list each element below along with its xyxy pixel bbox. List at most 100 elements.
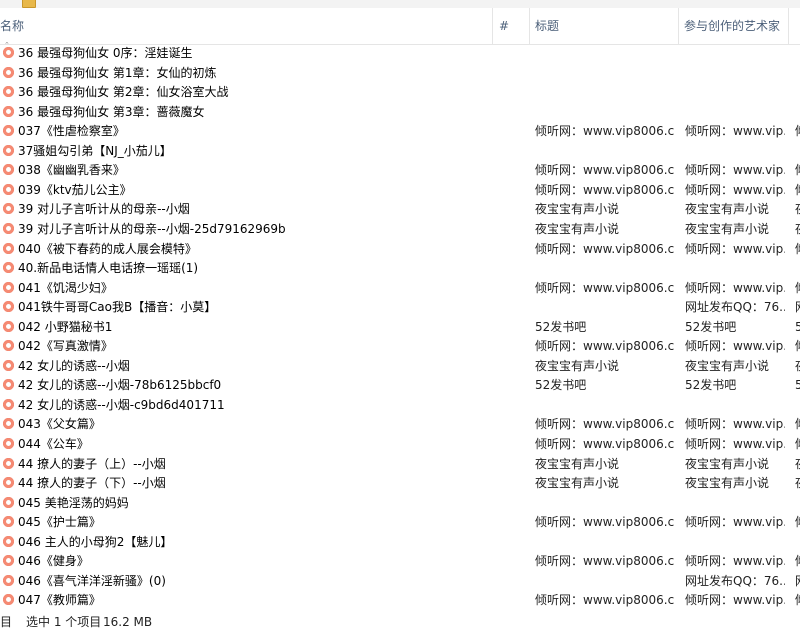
file-title: 夜宝宝有声小说 [535, 456, 620, 471]
file-name: 042《写真激情》 [18, 339, 113, 354]
file-artist: 52发书吧 [685, 319, 737, 334]
column-divider[interactable] [492, 8, 493, 44]
file-title: 倾听网：www.vip8006.cn [535, 241, 675, 256]
file-row[interactable]: 039《ktv茄儿公主》 倾听网：www.vip8006.cn 倾听网：www.vi… [0, 181, 800, 201]
audio-file-icon [3, 516, 14, 528]
file-artist: 倾听网：www.vip... [685, 417, 785, 432]
file-title: 倾听网：www.vip8006.cn [535, 437, 675, 451]
file-row[interactable]: 044《公车》 倾听网：www.vip8006.cn 倾听网：www.vip... 倾 [0, 435, 800, 455]
status-size: 16.2 MB [103, 615, 153, 629]
file-row[interactable]: 042 小野猫秘书1 52发书吧 52发书吧 5 [0, 318, 800, 338]
file-name: 038《幽幽乳香来》 [18, 163, 125, 178]
file-row[interactable]: 045 美艳淫荡的妈妈 [0, 494, 800, 514]
file-name: 36 最强母狗仙女 0序：淫娃诞生 [18, 46, 193, 60]
file-extra-column: 倾 [795, 337, 800, 357]
audio-file-icon [3, 574, 14, 586]
file-row[interactable]: 37骚姐勾引弟【NJ_小茄儿】 [0, 142, 800, 162]
audio-file-icon [3, 183, 14, 195]
file-extra-column: 网 [795, 298, 800, 318]
file-row[interactable]: 42 女儿的诱惑--小烟-c9bd6d401711 [0, 396, 800, 416]
file-name: 040《被下春药的成人展会模特》 [18, 241, 197, 256]
audio-file-icon [3, 418, 14, 430]
file-row[interactable]: 038《幽幽乳香来》 倾听网：www.vip8006.cn 倾听网：www.vip.… [0, 161, 800, 181]
file-artist: 倾听网：www.vip... [685, 163, 785, 178]
file-row[interactable]: 040《被下春药的成人展会模特》 倾听网：www.vip8006.cn 倾听网：ww… [0, 240, 800, 260]
column-divider[interactable] [678, 8, 679, 44]
file-artist: 倾听网：www.vip... [685, 280, 785, 295]
file-row[interactable]: 36 最强母狗仙女 第1章：女仙的初炼 [0, 64, 800, 84]
file-extra-column: 倾 [795, 415, 800, 435]
audio-file-icon [3, 496, 14, 508]
file-name: 36 最强母狗仙女 第2章：仙女浴室大战 [18, 85, 229, 100]
file-name: 42 女儿的诱惑--小烟-78b6125bbcf0 [18, 378, 222, 393]
file-title: 倾听网：www.vip8006.cn [535, 163, 675, 178]
file-artist: 52发书吧 [685, 378, 737, 393]
file-name: 40.新品电话情人电话撩一瑶瑶(1) [18, 261, 199, 276]
status-lead: 目 [0, 615, 13, 629]
file-title: 倾听网：www.vip8006.cn [535, 417, 675, 432]
file-row[interactable]: 041《饥渴少妇》 倾听网：www.vip8006.cn 倾听网：www.vip..… [0, 279, 800, 299]
column-header-number[interactable]: # [499, 8, 509, 44]
file-extra-column: 倾 [795, 552, 800, 572]
file-name: 041铁牛哥哥Cao我B【播音：小莫】 [18, 300, 217, 315]
file-row[interactable]: 046《健身》 倾听网：www.vip8006.cn 倾听网：www.vip... 倾 [0, 552, 800, 572]
file-row[interactable]: 046《喜气洋洋淫新骚》(0) 网址发布QQ：76... 网 [0, 572, 800, 592]
audio-file-icon [3, 203, 14, 215]
file-extra-column: 倾 [795, 435, 800, 455]
file-row[interactable]: 44 撩人的妻子（上）--小烟 夜宝宝有声小说 夜宝宝有声小说 夜 [0, 455, 800, 475]
file-row[interactable]: 40.新品电话情人电话撩一瑶瑶(1) [0, 259, 800, 279]
file-row[interactable]: 42 女儿的诱惑--小烟 夜宝宝有声小说 夜宝宝有声小说 夜 [0, 357, 800, 377]
file-row[interactable]: 36 最强母狗仙女 第2章：仙女浴室大战 [0, 83, 800, 103]
file-name: 047《教师篇》 [18, 593, 101, 608]
audio-file-icon [3, 477, 14, 489]
file-list[interactable]: 36 最强母狗仙女 0序：淫娃诞生 36 最强母狗仙女 第1章：女仙的初炼 36 最… [0, 44, 800, 612]
audio-file-icon [3, 125, 14, 137]
file-title: 夜宝宝有声小说 [535, 476, 620, 491]
file-row[interactable]: 44 撩人的妻子（下）--小烟 夜宝宝有声小说 夜宝宝有声小说 夜 [0, 474, 800, 494]
file-row[interactable]: 047《教师篇》 倾听网：www.vip8006.cn 倾听网：www.vip...… [0, 591, 800, 611]
file-title: 倾听网：www.vip8006.cn [535, 280, 675, 295]
column-header-artists[interactable]: 参与创作的艺术家 [684, 8, 780, 44]
audio-file-icon [3, 105, 14, 117]
file-artist: 夜宝宝有声小说 [685, 202, 770, 217]
file-row[interactable]: 037《性虐检察室》 倾听网：www.vip8006.cn 倾听网：www.vip.… [0, 122, 800, 142]
file-artist: 倾听网：www.vip... [685, 124, 785, 139]
file-row[interactable]: 36 最强母狗仙女 0序：淫娃诞生 [0, 44, 800, 64]
column-divider[interactable] [529, 8, 530, 44]
file-title: 倾听网：www.vip8006.cn [535, 593, 675, 608]
file-row[interactable]: 042《写真激情》 倾听网：www.vip8006.cn 倾听网：www.vip..… [0, 337, 800, 357]
audio-file-icon [3, 281, 14, 293]
file-row[interactable]: 39 对儿子言听计从的母亲--小烟 夜宝宝有声小说 夜宝宝有声小说 夜 [0, 200, 800, 220]
file-row[interactable]: 045《护士篇》 倾听网：www.vip8006.cn 倾听网：www.vip...… [0, 513, 800, 533]
title-bar [0, 0, 800, 8]
file-extra-column: 网 [795, 572, 800, 592]
column-header-name[interactable]: 名称 [0, 8, 24, 44]
audio-file-icon [3, 379, 14, 391]
audio-file-icon [3, 47, 14, 58]
file-extra-column: 5 [795, 319, 800, 334]
audio-file-icon [3, 535, 14, 547]
audio-file-icon [3, 340, 14, 352]
audio-file-icon [3, 262, 14, 274]
file-row[interactable]: 39 对儿子言听计从的母亲--小烟-25d79162969b 夜宝宝有声小说 夜宝宝… [0, 220, 800, 240]
file-title: 倾听网：www.vip8006.cn [535, 124, 675, 139]
column-header-title[interactable]: 标题 [535, 8, 559, 44]
file-row[interactable]: 36 最强母狗仙女 第3章：蔷薇魔女 [0, 103, 800, 123]
file-extra-column: 倾 [795, 513, 800, 533]
column-divider[interactable] [788, 8, 789, 44]
file-extra-column: 倾 [795, 161, 800, 181]
file-extra-column: 夜 [795, 200, 800, 220]
file-row[interactable]: 041铁牛哥哥Cao我B【播音：小莫】 网址发布QQ：76... 网 [0, 298, 800, 318]
file-artist: 网址发布QQ：76... [685, 573, 785, 588]
audio-file-icon [3, 438, 14, 449]
file-row[interactable]: 42 女儿的诱惑--小烟-78b6125bbcf0 52发书吧 52发书吧 5 [0, 376, 800, 396]
audio-file-icon [3, 86, 14, 98]
file-artist: 倾听网：www.vip... [685, 593, 785, 608]
file-extra-column: 倾 [795, 122, 800, 142]
file-row[interactable]: 046 主人的小母狗2【魅儿】 [0, 533, 800, 553]
file-artist: 倾听网：www.vip... [685, 554, 785, 569]
audio-file-icon [3, 144, 14, 156]
file-name: 42 女儿的诱惑--小烟 [18, 358, 130, 373]
file-row[interactable]: 043《父女篇》 倾听网：www.vip8006.cn 倾听网：www.vip...… [0, 415, 800, 435]
file-name: 36 最强母狗仙女 第3章：蔷薇魔女 [18, 104, 205, 119]
